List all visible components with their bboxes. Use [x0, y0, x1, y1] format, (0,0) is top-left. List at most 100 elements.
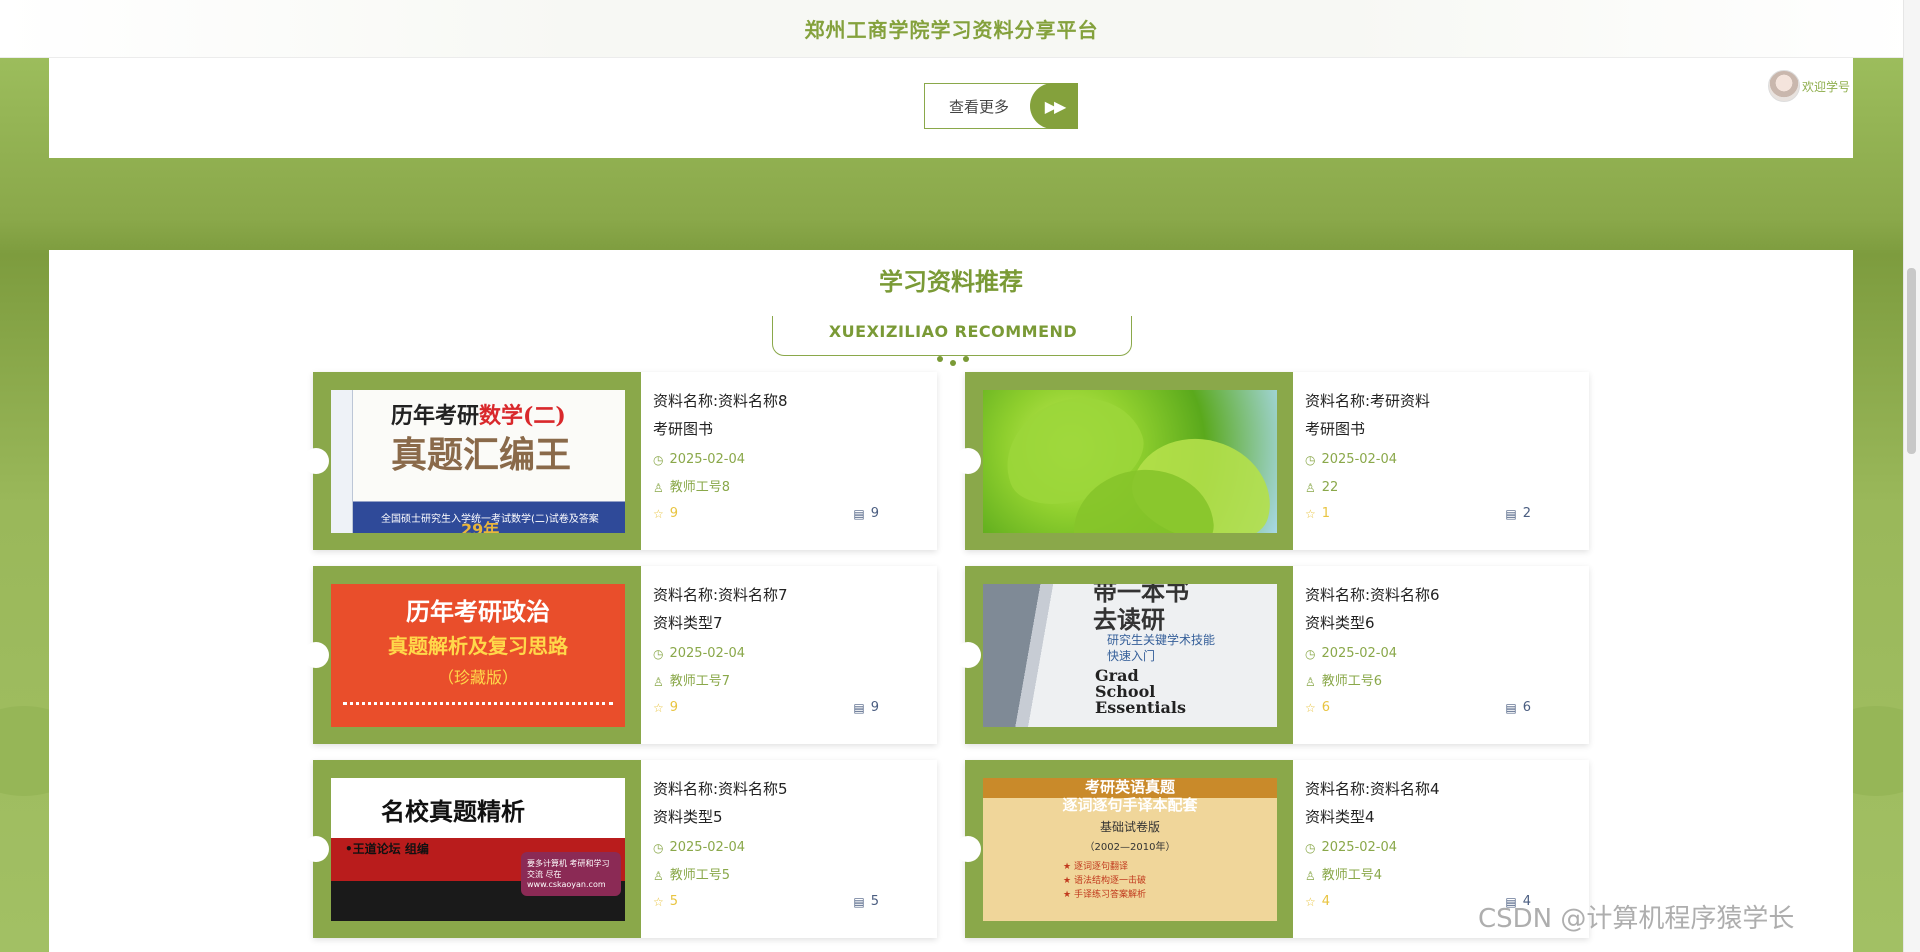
cover-text: （珍藏版）: [437, 668, 518, 687]
material-name[interactable]: 资料名称:资料名称8: [653, 390, 923, 418]
clock-icon: ◷: [653, 841, 664, 855]
cover-text: 基础试卷版: [1099, 820, 1160, 834]
material-card[interactable]: 历年考研政治 真题解析及复习思路 （珍藏版） 资料名称:资料名称7 资料类型7 …: [303, 566, 937, 744]
section-title: 学习资料推荐: [879, 268, 1023, 296]
comment-count: 9: [870, 700, 879, 715]
material-name[interactable]: 资料名称:资料名称4: [1305, 778, 1575, 806]
cover-text: •王道论坛 组编: [345, 842, 429, 856]
material-type: 资料类型4: [1305, 808, 1375, 826]
user-icon: ♙: [1305, 869, 1316, 883]
star-count: 5: [669, 894, 679, 909]
welcome-text: 欢迎学号: [1802, 79, 1851, 94]
double-arrow-right-icon: ▶▶: [1030, 83, 1078, 129]
user-icon: ♙: [1305, 481, 1316, 495]
clock-icon: ◷: [1305, 647, 1316, 661]
material-card[interactable]: 带一本书 去读研 研究生关键学术技能 快速入门 Grad School Essentia…: [955, 566, 1589, 744]
cover-image[interactable]: 历年考研政治 真题解析及复习思路 （珍藏版）: [331, 584, 625, 727]
user-icon: ♙: [1305, 675, 1316, 689]
user-menu[interactable]: 欢迎学号: [1768, 70, 1868, 102]
material-author: 22: [1321, 480, 1339, 495]
card-notch: [303, 642, 329, 668]
comment-count: 2: [1522, 506, 1531, 521]
material-author: 教师工号5: [669, 868, 731, 883]
cover-image[interactable]: 带一本书 去读研 研究生关键学术技能 快速入门 Grad School Essentia…: [983, 584, 1277, 727]
material-card[interactable]: 资料名称:考研资料 考研图书 ◷ 2025-02-04 ♙ 22 ☆ 1 ▤ 2: [955, 372, 1589, 550]
material-type: 资料类型5: [653, 808, 723, 826]
material-card[interactable]: 历年考研数学(二) 真题汇编王 全国硕士研究生入学统一考试数学(二)试卷及答案 …: [303, 372, 937, 550]
comment-icon: ▤: [853, 895, 865, 909]
cover-text: ★ 逐词逐句翻译 ★ 语法结构逐一击破 ★ 手译练习答案解析: [1063, 862, 1146, 900]
previous-section-panel: 查看更多 ▶▶: [49, 58, 1853, 158]
cover-image[interactable]: 考研英语真题 逐词逐句手译本配套 基础试卷版 （2002—2010年） ★ 逐词逐…: [983, 778, 1277, 921]
star-count: 6: [1321, 700, 1331, 715]
material-type: 考研图书: [653, 420, 714, 438]
material-type: 资料类型6: [1305, 614, 1375, 632]
star-icon: ☆: [1305, 507, 1316, 521]
material-name[interactable]: 资料名称:资料名称6: [1305, 584, 1575, 612]
clock-icon: ◷: [1305, 841, 1316, 855]
card-image-frame: 历年考研政治 真题解析及复习思路 （珍藏版）: [303, 566, 641, 744]
card-info: 资料名称:资料名称6 资料类型6 ◷ 2025-02-04 ♙ 教师工号6 ☆ 6 ▤…: [1305, 584, 1575, 720]
material-date: 2025-02-04: [1321, 646, 1398, 661]
comment-count: 6: [1522, 700, 1531, 715]
card-notch: [955, 448, 981, 474]
material-date: 2025-02-04: [669, 646, 746, 661]
site-header: 郑州工商学院学习资料分享平台: [0, 0, 1920, 58]
star-count: 9: [669, 700, 679, 715]
star-icon: ☆: [1305, 895, 1316, 909]
material-card[interactable]: 名校真题精析 •王道论坛 组编 要多计算机 考研和学习交流 尽在www.cska…: [303, 760, 937, 938]
section-subtitle-box: XUEXIZILIAO RECOMMEND: [772, 316, 1132, 366]
material-type: 考研图书: [1305, 420, 1366, 438]
cover-text: 研究生关键学术技能 快速入门: [1107, 633, 1216, 663]
clock-icon: ◷: [653, 647, 664, 661]
cover-text: Grad School Essentials: [1095, 666, 1186, 717]
star-icon: ☆: [1305, 701, 1316, 715]
card-image-frame: 名校真题精析 •王道论坛 组编 要多计算机 考研和学习交流 尽在www.cska…: [303, 760, 641, 938]
card-notch: [303, 836, 329, 862]
cover-text: 29年: [461, 520, 500, 533]
scrollbar-thumb[interactable]: [1907, 268, 1916, 454]
comment-count: 5: [870, 894, 879, 909]
card-image-frame: [955, 372, 1293, 550]
card-notch: [303, 448, 329, 474]
comment-count: 9: [870, 506, 879, 521]
material-date: 2025-02-04: [669, 452, 746, 467]
view-more-label: 查看更多: [948, 97, 1009, 116]
view-more-button[interactable]: 查看更多 ▶▶: [924, 83, 1078, 129]
star-icon: ☆: [653, 507, 664, 521]
comment-icon: ▤: [853, 701, 865, 715]
card-image-frame: 带一本书 去读研 研究生关键学术技能 快速入门 Grad School Essentia…: [955, 566, 1293, 744]
material-name[interactable]: 资料名称:资料名称7: [653, 584, 923, 612]
watermark-text: CSDN @计算机程序猿学长: [1478, 904, 1795, 934]
card-info: 资料名称:资料名称4 资料类型4 ◷ 2025-02-04 ♙ 教师工号4 ☆ 4 ▤…: [1305, 778, 1575, 914]
star-icon: ☆: [653, 895, 664, 909]
scrollbar-track[interactable]: [1903, 0, 1920, 952]
cover-text: 名校真题精析: [381, 798, 525, 826]
material-type: 资料类型7: [653, 614, 723, 632]
card-image-frame: 历年考研数学(二) 真题汇编王 全国硕士研究生入学统一考试数学(二)试卷及答案 …: [303, 372, 641, 550]
clock-icon: ◷: [1305, 453, 1316, 467]
section-subtitle: XUEXIZILIAO RECOMMEND: [828, 322, 1078, 341]
material-author: 教师工号8: [669, 480, 731, 495]
card-info: 资料名称:资料名称8 考研图书 ◷ 2025-02-04 ♙ 教师工号8 ☆ 9 ▤ 9: [653, 390, 923, 526]
material-author: 教师工号6: [1321, 674, 1383, 689]
card-info: 资料名称:考研资料 考研图书 ◷ 2025-02-04 ♙ 22 ☆ 1 ▤ 2: [1305, 390, 1575, 526]
material-name[interactable]: 资料名称:考研资料: [1305, 390, 1575, 418]
user-icon: ♙: [653, 869, 664, 883]
comment-icon: ▤: [1505, 507, 1517, 521]
cover-text: 历年考研政治: [406, 598, 550, 626]
material-date: 2025-02-04: [1321, 452, 1398, 467]
card-notch: [955, 836, 981, 862]
cover-image[interactable]: 名校真题精析 •王道论坛 组编 要多计算机 考研和学习交流 尽在www.cska…: [331, 778, 625, 921]
cover-image[interactable]: [983, 390, 1277, 533]
cover-image[interactable]: 历年考研数学(二) 真题汇编王 全国硕士研究生入学统一考试数学(二)试卷及答案 …: [331, 390, 625, 533]
comment-icon: ▤: [1505, 701, 1517, 715]
material-name[interactable]: 资料名称:资料名称5: [653, 778, 923, 806]
user-icon: ♙: [653, 675, 664, 689]
cover-text: 要多计算机 考研和学习交流 尽在www.cskaoyan.com: [521, 852, 621, 896]
card-notch: [955, 642, 981, 668]
cover-text: （2002—2010年）: [1084, 842, 1176, 853]
site-title[interactable]: 郑州工商学院学习资料分享平台: [0, 14, 1903, 43]
avatar[interactable]: [1768, 70, 1800, 102]
material-date: 2025-02-04: [669, 840, 746, 855]
